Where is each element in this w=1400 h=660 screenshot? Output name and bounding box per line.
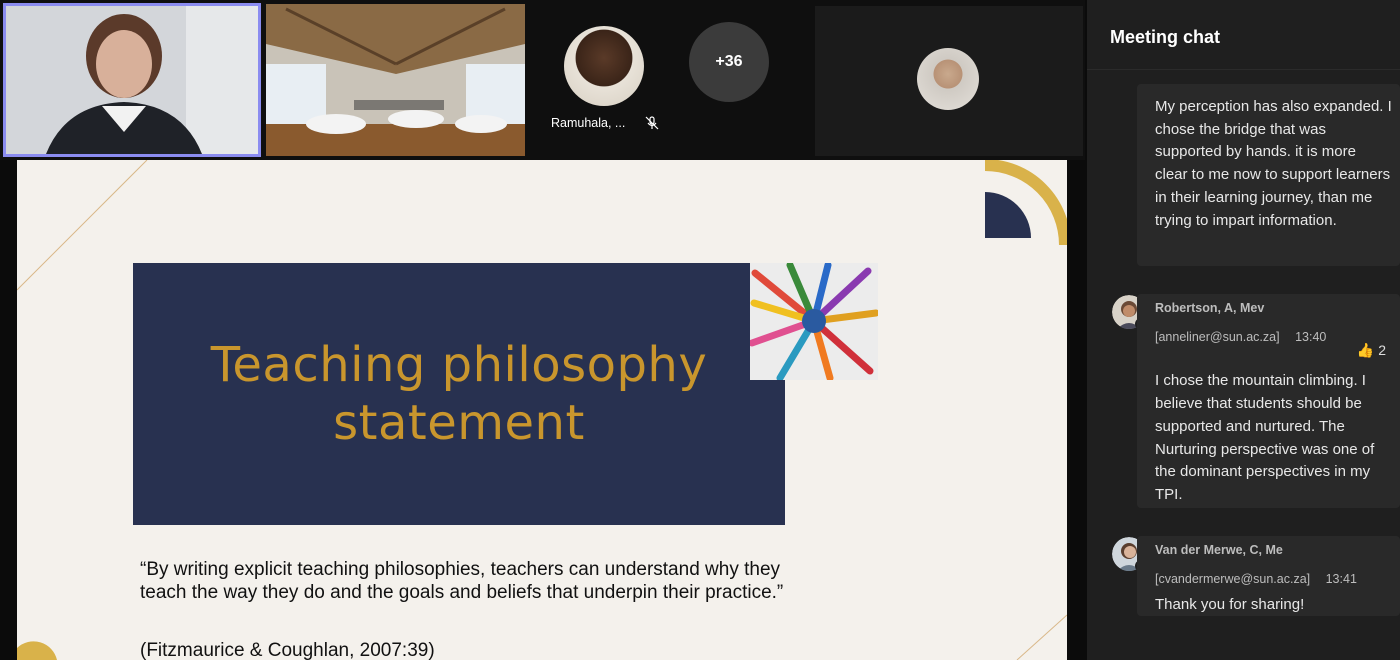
- chat-message-text: Thank you for sharing!: [1155, 596, 1305, 614]
- chat-message-text: My perception has also expanded. I chose…: [1155, 98, 1392, 229]
- chat-title: Meeting chat: [1110, 27, 1221, 47]
- teams-meeting-window: Ramuhala, ... +36 Teaching philosophy st…: [0, 0, 1400, 660]
- active-speaker-video[interactable]: [3, 3, 261, 157]
- participant-avatar-2: [917, 48, 979, 110]
- mic-muted-icon: [645, 116, 659, 133]
- message-sender-email: [cvandermerwe@sun.ac.za]: [1155, 571, 1311, 586]
- room-video-frame: [266, 4, 525, 156]
- thumbs-up-icon: 👍: [1356, 342, 1375, 358]
- chat-header: Meeting chat: [1087, 0, 1400, 70]
- slide-title-line-1: Teaching philosophy: [210, 337, 708, 393]
- slide-title: Teaching philosophy statement: [211, 336, 708, 452]
- shared-content-area: Teaching philosophy statement “By writin…: [0, 160, 1085, 660]
- slide-title-box: Teaching philosophy statement: [133, 263, 785, 525]
- chat-message[interactable]: My perception has also expanded. I chose…: [1137, 84, 1400, 266]
- presentation-slide: Teaching philosophy statement “By writin…: [17, 160, 1067, 660]
- message-sender: Robertson, A, Mev: [1155, 301, 1265, 315]
- overflow-count[interactable]: +36: [689, 22, 769, 102]
- message-timestamp: 13:40: [1295, 329, 1327, 344]
- chat-message-text: I chose the mountain climbing. I believe…: [1155, 372, 1375, 503]
- message-sender-email: [anneliner@sun.ac.za]: [1155, 329, 1280, 344]
- ropes-knot-image: [748, 261, 880, 382]
- participant-tile[interactable]: Ramuhala, ...: [530, 4, 680, 156]
- room-video[interactable]: [266, 4, 525, 156]
- speaker-video-frame: [6, 6, 258, 154]
- message-timestamp: 13:41: [1325, 571, 1357, 586]
- participant-tile-2[interactable]: [815, 6, 1083, 156]
- message-sender: Van der Merwe, C, Me: [1155, 543, 1283, 557]
- slide-title-line-2: statement: [333, 395, 585, 451]
- slide-citation: (Fitzmaurice & Coughlan, 2007:39): [140, 640, 435, 660]
- more-participants-tile[interactable]: +36: [685, 4, 815, 156]
- participant-name: Ramuhala, ...: [551, 116, 626, 130]
- chat-message[interactable]: Van der Merwe, C, Me [cvandermerwe@sun.a…: [1137, 536, 1400, 616]
- meeting-chat-panel: Meeting chat My perception has also expa…: [1087, 0, 1400, 660]
- like-reaction[interactable]: 👍 2: [1357, 339, 1386, 362]
- slide-quote: “By writing explicit teaching philosophi…: [140, 559, 784, 603]
- video-strip: Ramuhala, ... +36: [0, 0, 1085, 160]
- chat-message[interactable]: Robertson, A, Mev [anneliner@sun.ac.za] …: [1137, 294, 1400, 508]
- participant-avatar: [564, 26, 644, 106]
- reaction-count: 2: [1378, 342, 1386, 358]
